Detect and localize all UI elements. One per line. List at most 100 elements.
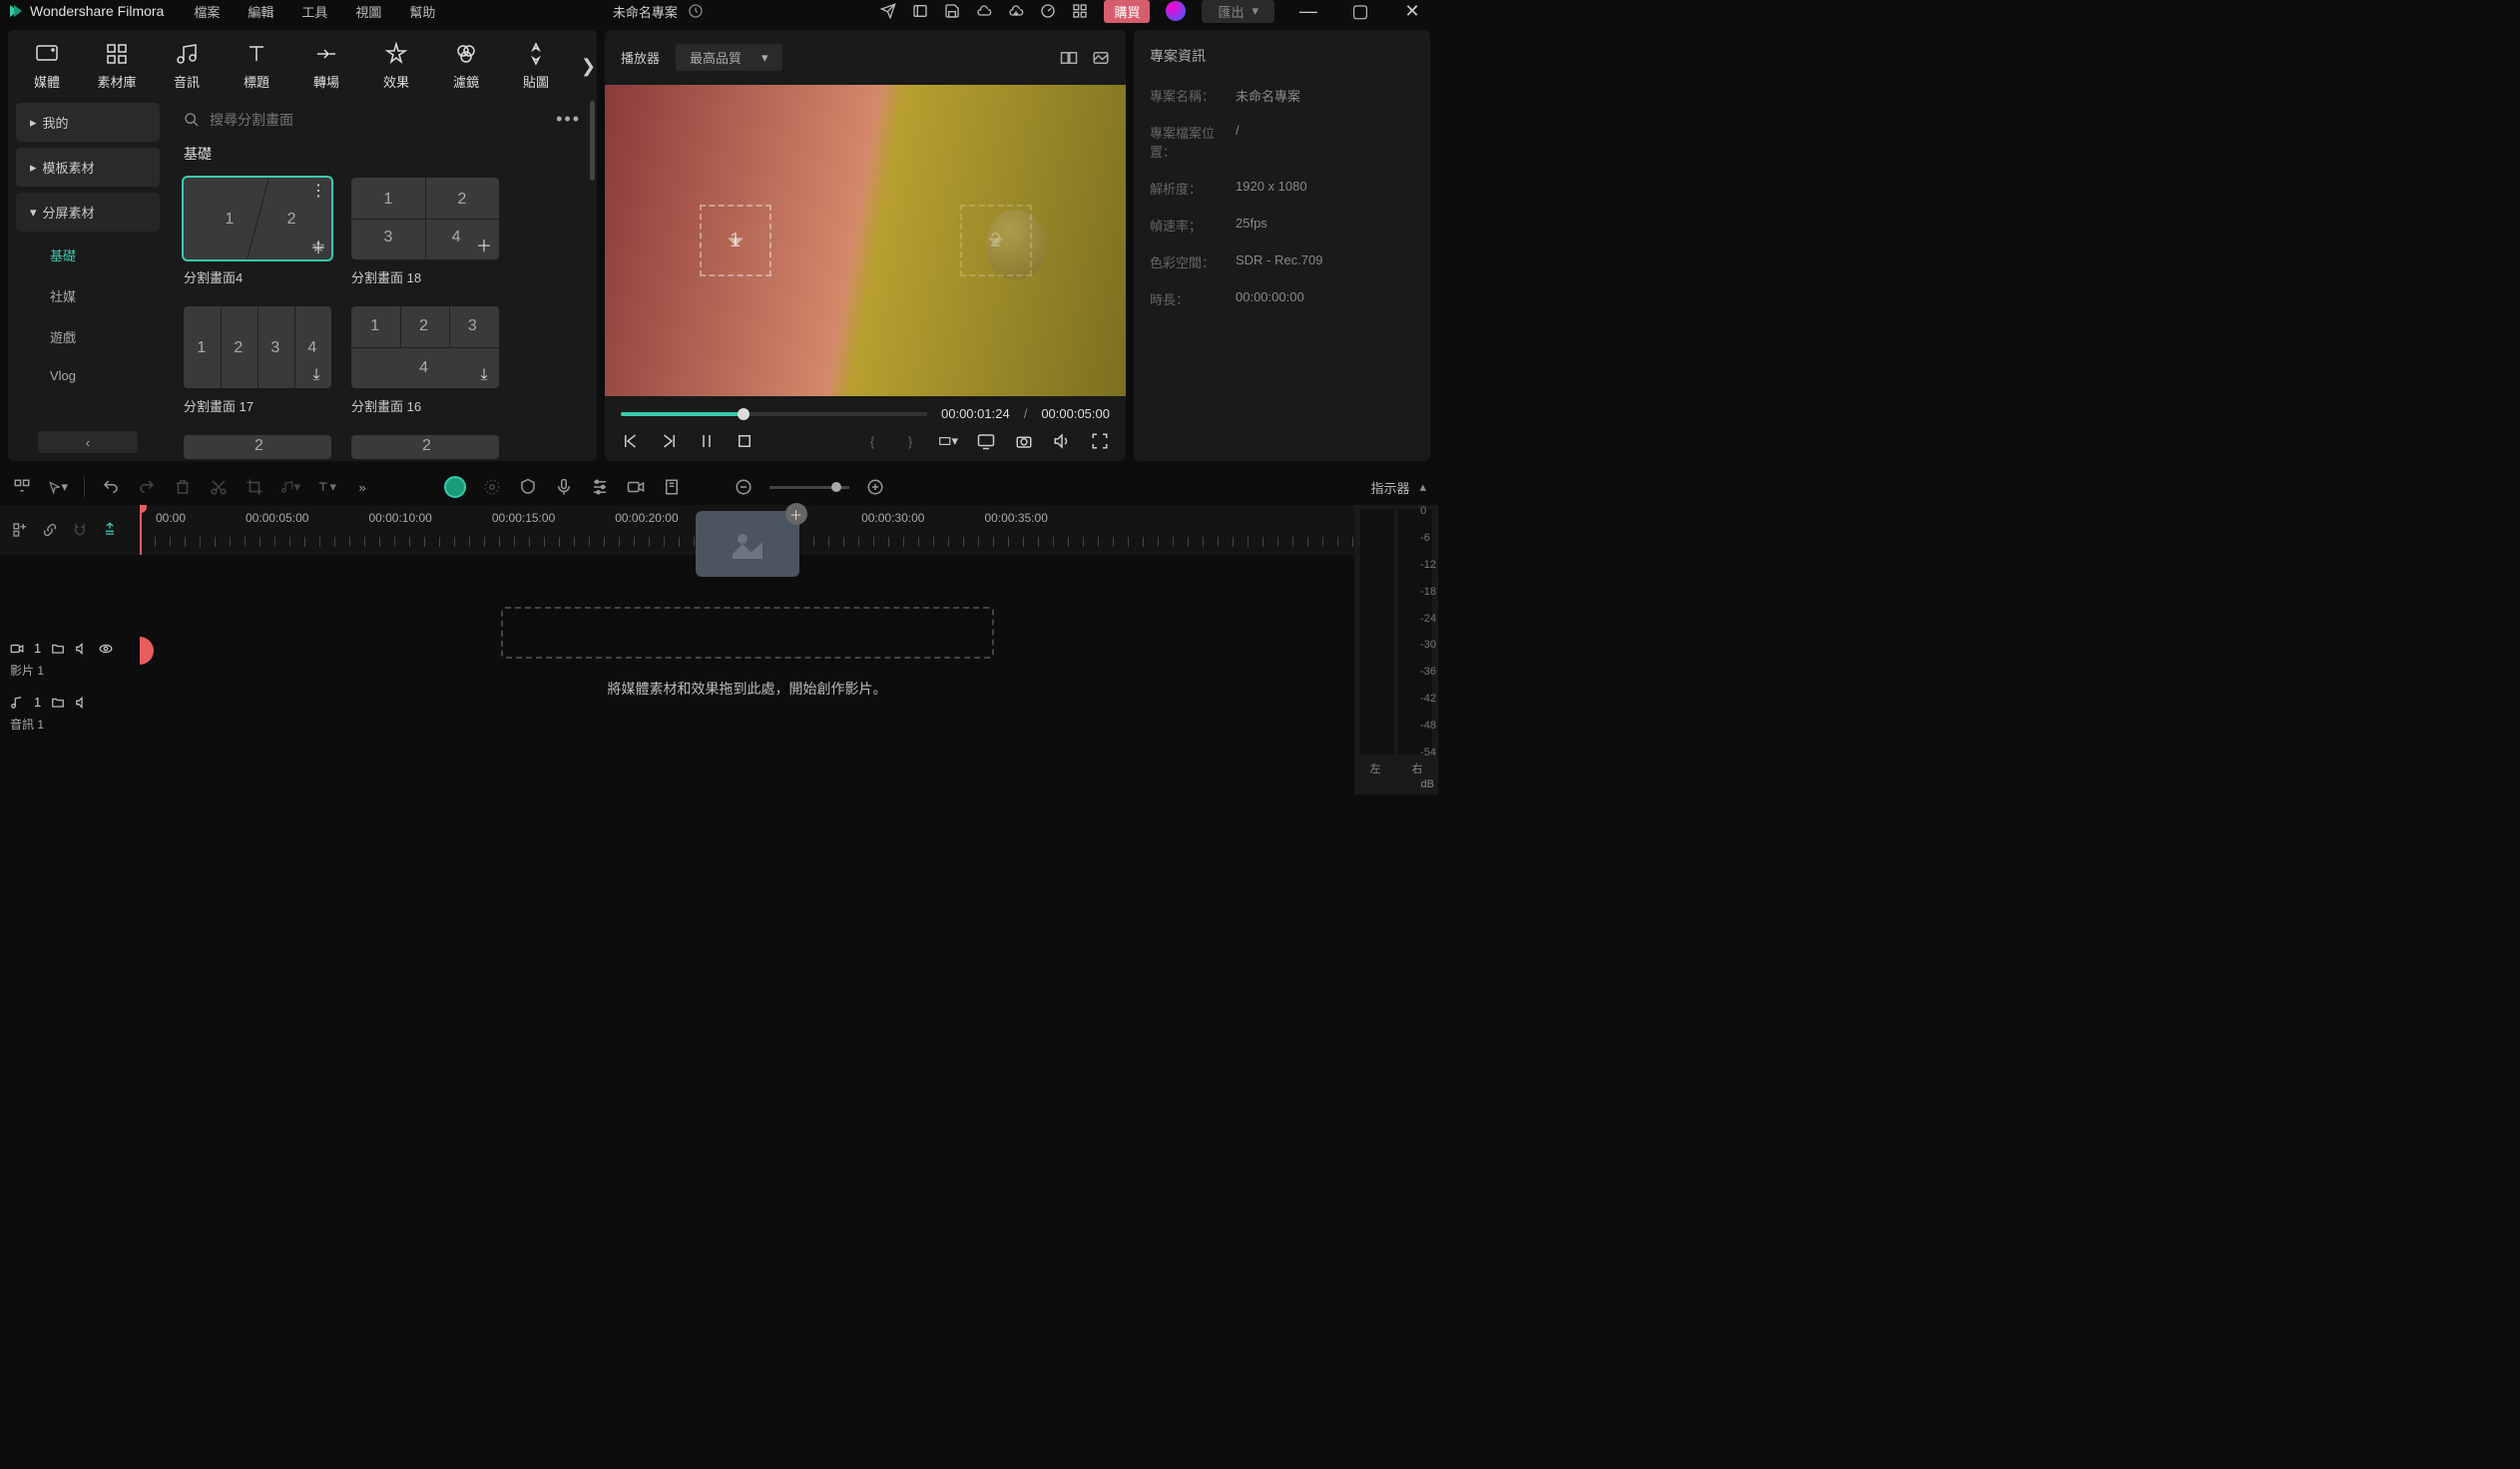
crop-button[interactable] <box>245 477 264 497</box>
split-template-item[interactable]: 1 2 3 4 ⤓ 分割畫面 17 <box>184 306 331 415</box>
add-media-button[interactable]: ＋ <box>785 503 807 525</box>
sidebar-sub-gaming[interactable]: 遊戲 <box>16 319 160 354</box>
text-button[interactable]: ▾ <box>316 477 336 497</box>
speed-button[interactable]: ▾ <box>280 477 300 497</box>
track-marker-button[interactable] <box>100 520 120 540</box>
split-template-item[interactable]: 1 2 ⋮ ☆ ＋ 分割畫面4 <box>184 178 331 286</box>
minimize-button[interactable]: — <box>1290 1 1326 22</box>
delete-button[interactable] <box>173 477 193 497</box>
tab-audio[interactable]: 音訊 <box>162 42 212 91</box>
split-template-item[interactable]: 1 2 3 4 ＋ 分割畫面 18 <box>351 178 499 286</box>
compare-icon[interactable] <box>1060 49 1078 67</box>
folder-icon[interactable] <box>51 642 65 656</box>
zoom-out-button[interactable] <box>734 477 754 497</box>
aspect-button[interactable]: ▾ <box>938 431 958 451</box>
display-button[interactable] <box>976 431 996 451</box>
stop-button[interactable] <box>735 431 755 451</box>
item-menu-icon[interactable]: ⋮ <box>309 182 327 200</box>
undo-button[interactable] <box>101 477 121 497</box>
mixer-button[interactable] <box>590 477 610 497</box>
playhead[interactable] <box>140 505 142 555</box>
folder-icon[interactable] <box>51 696 65 710</box>
menu-tools[interactable]: 工具 <box>301 2 327 21</box>
more-tools-button[interactable]: » <box>352 477 372 497</box>
mic-button[interactable] <box>554 477 574 497</box>
library-icon[interactable] <box>912 3 928 19</box>
history-icon[interactable] <box>688 3 704 19</box>
tabs-scroll-right[interactable]: ❯ <box>581 56 596 77</box>
maximize-button[interactable]: ▢ <box>1342 1 1378 22</box>
menu-help[interactable]: 幫助 <box>409 2 435 21</box>
close-button[interactable]: ✕ <box>1394 1 1430 22</box>
progress-bar[interactable] <box>621 412 927 416</box>
track-add-button[interactable] <box>10 520 30 540</box>
mark-out-button[interactable]: } <box>900 431 920 451</box>
sidebar-sub-social[interactable]: 社媒 <box>16 278 160 313</box>
mark-in-button[interactable]: { <box>862 431 882 451</box>
video-track-head[interactable]: 1 <box>0 635 140 662</box>
sidebar-collapse-button[interactable]: ‹ <box>38 431 138 453</box>
shield-button[interactable] <box>518 477 538 497</box>
timeline-drop-zone[interactable] <box>501 607 994 659</box>
record-button[interactable] <box>626 477 646 497</box>
export-button[interactable]: 匯出▾ <box>1202 0 1274 23</box>
camera-button[interactable] <box>1014 431 1034 451</box>
add-icon[interactable]: ＋ <box>309 238 327 255</box>
download-icon[interactable]: ⤓ <box>307 366 325 384</box>
mute-icon[interactable] <box>75 696 89 710</box>
eye-icon[interactable] <box>99 642 113 656</box>
content-scrollbar[interactable] <box>590 101 595 181</box>
marker-button[interactable] <box>662 477 682 497</box>
timeline-tracks[interactable]: ＋ 將媒體素材和效果拖到此處，開始創作影片。 <box>140 555 1354 794</box>
split-template-item[interactable]: 2 <box>351 435 499 461</box>
search-input[interactable] <box>210 112 546 128</box>
tab-transitions[interactable]: 轉場 <box>301 42 351 91</box>
audio-track-head[interactable]: 1 <box>0 689 140 716</box>
prev-frame-button[interactable] <box>621 431 641 451</box>
sidebar-sub-basic[interactable]: 基礎 <box>16 238 160 272</box>
download-icon[interactable]: ⤓ <box>475 366 493 384</box>
tab-media[interactable]: 媒體 <box>22 42 72 91</box>
mute-icon[interactable] <box>75 642 89 656</box>
content-menu-button[interactable]: ••• <box>556 109 581 130</box>
sidebar-item-splitscreen[interactable]: ▾分屏素材 <box>16 193 160 232</box>
auto-ripple-button[interactable] <box>12 477 32 497</box>
split-template-item[interactable]: 1 2 3 4 ⤓ 分割畫面 16 <box>351 306 499 415</box>
cursor-button[interactable]: ▾ <box>48 477 68 497</box>
ai-button[interactable] <box>444 476 466 498</box>
grid-icon[interactable] <box>1072 3 1088 19</box>
sidebar-item-templates[interactable]: ▸模板素材 <box>16 148 160 187</box>
buy-button[interactable]: 購買 <box>1104 0 1150 23</box>
tab-stickers[interactable]: 貼圖 <box>511 42 561 91</box>
split-template-item[interactable]: 2 <box>184 435 331 461</box>
add-icon[interactable]: ＋ <box>475 236 493 253</box>
tab-effects[interactable]: 效果 <box>371 42 421 91</box>
menu-file[interactable]: 檔案 <box>194 2 220 21</box>
track-magnet-button[interactable] <box>70 520 90 540</box>
user-avatar[interactable] <box>1166 1 1186 21</box>
tab-filters[interactable]: 濾鏡 <box>441 42 491 91</box>
volume-button[interactable] <box>1052 431 1072 451</box>
snapshot-icon[interactable] <box>1092 49 1110 67</box>
indicator-label[interactable]: 指示器 <box>1370 478 1409 497</box>
tab-titles[interactable]: 標題 <box>232 42 281 91</box>
send-icon[interactable] <box>880 3 896 19</box>
track-link-button[interactable] <box>40 520 60 540</box>
sidebar-item-mine[interactable]: ▸我的 <box>16 103 160 142</box>
meter-icon[interactable] <box>1040 3 1056 19</box>
cloud-down-icon[interactable] <box>1008 3 1024 19</box>
drop-zone-2[interactable]: 2 <box>960 205 1032 276</box>
save-icon[interactable] <box>944 3 960 19</box>
sidebar-sub-vlog[interactable]: Vlog <box>16 360 160 391</box>
color-button[interactable] <box>482 477 502 497</box>
cut-button[interactable] <box>209 477 229 497</box>
preview-viewport[interactable]: 1 2 <box>605 85 1126 396</box>
menu-edit[interactable]: 編輯 <box>248 2 273 21</box>
tab-stock[interactable]: 素材庫 <box>92 42 142 91</box>
zoom-slider[interactable] <box>769 486 849 489</box>
drop-zone-1[interactable]: 1 <box>700 205 771 276</box>
zoom-in-button[interactable] <box>865 477 885 497</box>
menu-view[interactable]: 視圖 <box>355 2 381 21</box>
redo-button[interactable] <box>137 477 157 497</box>
pause-button[interactable] <box>697 431 717 451</box>
